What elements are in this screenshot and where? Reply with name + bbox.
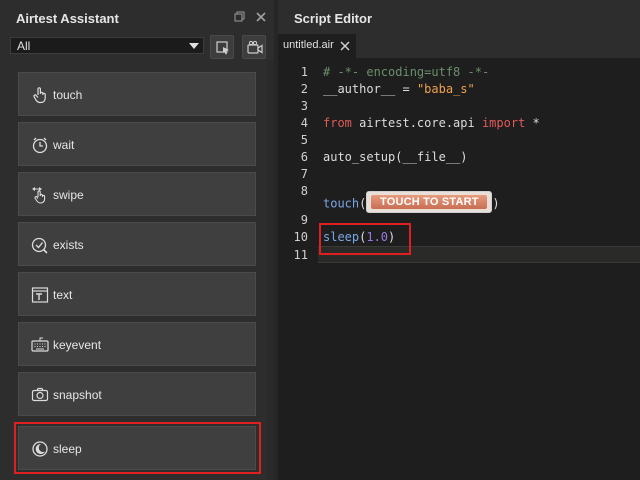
code-line-6: auto_setup(__file__) [323,150,468,164]
sleep-highlight-box [14,422,261,474]
code-editor[interactable]: 1 2 3 4 5 6 7 8 9 10 11 # -*- encoding=u… [278,58,640,480]
line-number: 4 [300,116,308,130]
line-number: 7 [300,167,308,181]
code-line-1: # -*- encoding=utf8 -*- [323,65,490,79]
command-swipe[interactable]: swipe [18,172,256,216]
command-label: text [53,288,73,302]
editor-header: Script Editor [278,0,640,34]
code-token: ( [359,196,367,211]
text-icon [31,287,49,303]
command-wait[interactable]: wait [18,122,256,166]
restore-icon[interactable] [234,11,246,23]
code-token: * [525,116,540,130]
close-icon[interactable] [255,11,267,23]
assistant-title: Airtest Assistant [16,11,119,26]
clock-icon [32,137,48,154]
command-label: swipe [53,188,84,202]
code-token: airtest.core.api [351,116,482,130]
line-number: 1 [300,65,308,79]
select-region-button[interactable] [210,35,234,59]
thumbnail-text: TOUCH TO START [379,196,479,208]
command-label: wait [53,138,75,152]
assistant-scrollbar[interactable] [266,60,274,480]
command-exists[interactable]: exists [18,222,256,266]
editor-tab-bar: untitled.air [278,34,640,58]
tab-label: untitled.air [283,39,334,51]
code-line-4: from airtest.core.api import * [323,116,540,130]
filter-value: All [17,39,31,53]
line-number: 5 [300,133,308,147]
chevron-down-icon [189,43,199,49]
code-token: ) [492,196,500,211]
assistant-header: Airtest Assistant [0,0,274,34]
editor-title: Script Editor [294,11,373,26]
command-label: keyevent [53,338,102,352]
command-keyevent[interactable]: keyevent [18,322,256,366]
command-label: exists [53,238,84,252]
record-button[interactable] [242,35,266,59]
line-number-gutter: 1 2 3 4 5 6 7 8 9 10 11 [278,58,314,480]
line-number: 2 [300,82,308,96]
command-text[interactable]: text [18,272,256,316]
script-editor-panel: Script Editor untitled.air 1 2 3 4 5 6 7… [278,0,640,480]
code-token: import [481,116,526,130]
code-token: from [323,116,352,130]
line-number: 9 [300,213,308,227]
code-token: touch [323,196,360,211]
code-token: __author__ [323,82,396,96]
filter-select[interactable]: All [10,37,204,54]
tab-untitled-air[interactable]: untitled.air [278,34,356,58]
video-camera-icon [247,40,263,54]
line-number: 11 [293,248,308,262]
command-label: touch [53,88,83,102]
line-number: 10 [293,230,308,244]
line-number: 6 [300,150,308,164]
touch-icon [33,87,46,104]
line-number: 8 [300,184,308,198]
filter-row: All [8,35,266,59]
code-line-2: __author__ = "baba_s" [323,82,475,96]
command-touch[interactable]: touch [18,72,256,116]
sleep-code-highlight-box [319,223,411,255]
command-label: snapshot [53,388,102,402]
line-number: 3 [300,99,308,113]
check-circle-icon [31,237,48,254]
code-line-8: touch( TOUCH TO START) [323,191,500,213]
camera-icon [31,387,49,402]
select-region-icon [216,41,229,55]
code-token: "baba_s" [416,82,475,96]
keyboard-icon [31,337,49,352]
swipe-icon [32,187,46,204]
airtest-assistant-panel: Airtest Assistant All touch wait swipe e… [0,0,274,480]
image-template-thumbnail[interactable]: TOUCH TO START [366,191,493,213]
command-snapshot[interactable]: snapshot [18,372,256,416]
tab-close-icon[interactable] [340,37,350,54]
code-token: = [395,82,417,96]
